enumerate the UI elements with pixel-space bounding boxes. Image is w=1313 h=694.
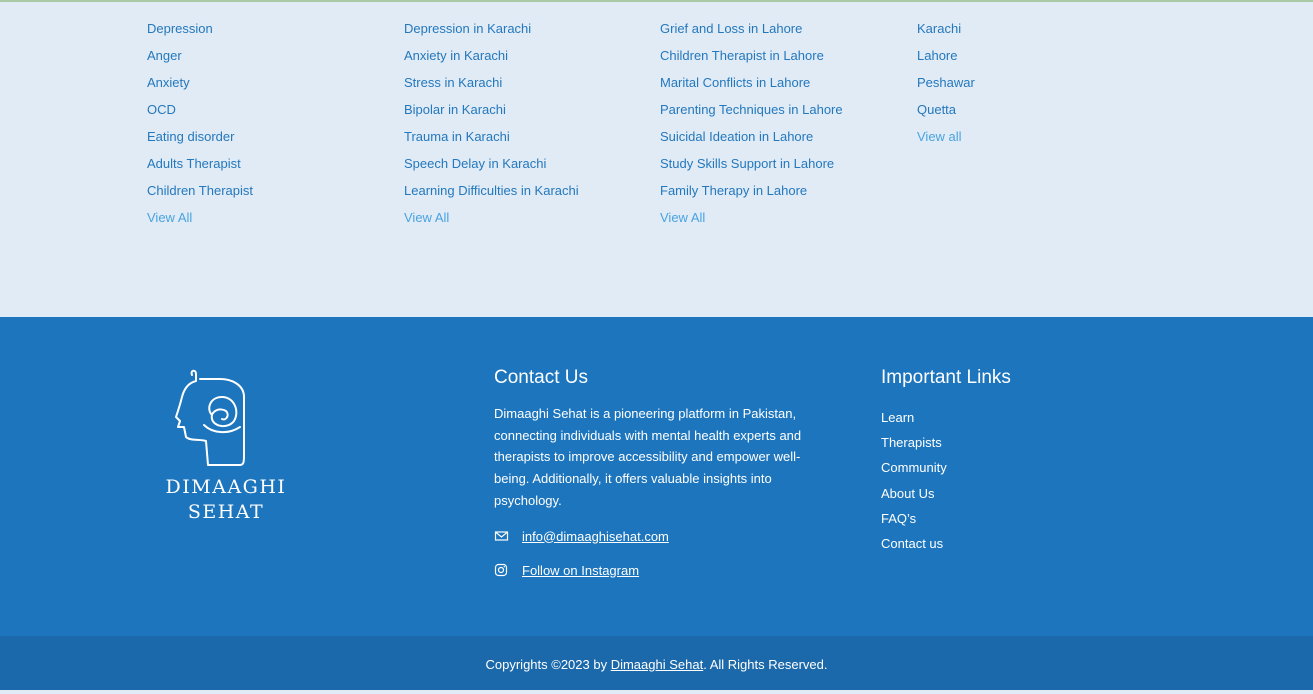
contact-section: Contact Us Dimaaghi Sehat is a pioneerin… — [494, 367, 824, 581]
view-all-conditions-link[interactable]: View All — [147, 204, 253, 231]
view-all-lahore-link[interactable]: View All — [660, 204, 843, 231]
link-eating-disorder[interactable]: Eating disorder — [147, 123, 253, 150]
link-adults-therapist[interactable]: Adults Therapist — [147, 150, 253, 177]
link-depression-karachi[interactable]: Depression in Karachi — [404, 15, 579, 42]
link-marital-conflicts-lahore[interactable]: Marital Conflicts in Lahore — [660, 69, 843, 96]
instagram-icon — [494, 563, 508, 577]
service-links-section: Depression Anger Anxiety OCD Eating diso… — [0, 2, 1313, 317]
instagram-link[interactable]: Follow on Instagram — [522, 563, 639, 578]
brand-logo[interactable]: DIMAAGHI SEHAT — [160, 367, 292, 525]
link-community[interactable]: Community — [881, 455, 1131, 480]
column-karachi: Depression in Karachi Anxiety in Karachi… — [404, 15, 579, 231]
link-children-therapist-lahore[interactable]: Children Therapist in Lahore — [660, 42, 843, 69]
link-bipolar-karachi[interactable]: Bipolar in Karachi — [404, 96, 579, 123]
instagram-row: Follow on Instagram — [494, 560, 824, 581]
link-speech-delay-karachi[interactable]: Speech Delay in Karachi — [404, 150, 579, 177]
copyright-prefix: Copyrights ©2023 by — [485, 657, 611, 672]
email-row: info@dimaaghisehat.com — [494, 526, 824, 547]
link-family-therapy-lahore[interactable]: Family Therapy in Lahore — [660, 177, 843, 204]
link-learning-difficulties-karachi[interactable]: Learning Difficulties in Karachi — [404, 177, 579, 204]
link-city-lahore[interactable]: Lahore — [917, 42, 975, 69]
important-links-section: Important Links Learn Therapists Communi… — [881, 367, 1131, 556]
column-cities: Karachi Lahore Peshawar Quetta View all — [917, 15, 975, 150]
link-anxiety[interactable]: Anxiety — [147, 69, 253, 96]
link-city-karachi[interactable]: Karachi — [917, 15, 975, 42]
link-faqs[interactable]: FAQ’s — [881, 506, 1131, 531]
link-anxiety-karachi[interactable]: Anxiety in Karachi — [404, 42, 579, 69]
column-lahore: Grief and Loss in Lahore Children Therap… — [660, 15, 843, 231]
contact-heading: Contact Us — [494, 367, 588, 388]
important-links-heading: Important Links — [881, 367, 1011, 388]
link-grief-lahore[interactable]: Grief and Loss in Lahore — [660, 15, 843, 42]
link-about-us[interactable]: About Us — [881, 481, 1131, 506]
mail-icon — [494, 531, 509, 541]
footer: DIMAAGHI SEHAT Contact Us Dimaaghi Sehat… — [0, 317, 1313, 636]
link-therapists[interactable]: Therapists — [881, 430, 1131, 455]
link-learn[interactable]: Learn — [881, 405, 1131, 430]
link-anger[interactable]: Anger — [147, 42, 253, 69]
link-contact-us[interactable]: Contact us — [881, 531, 1131, 556]
view-all-cities-link[interactable]: View all — [917, 123, 975, 150]
copyright-bar: Copyrights ©2023 by Dimaaghi Sehat. All … — [0, 636, 1313, 690]
link-children-therapist[interactable]: Children Therapist — [147, 177, 253, 204]
view-all-karachi-link[interactable]: View All — [404, 204, 579, 231]
brand-name-line2: SEHAT — [187, 501, 265, 523]
column-conditions: Depression Anger Anxiety OCD Eating diso… — [147, 15, 253, 231]
link-city-peshawar[interactable]: Peshawar — [917, 69, 975, 96]
head-logo-icon — [175, 369, 245, 466]
link-ocd[interactable]: OCD — [147, 96, 253, 123]
link-city-quetta[interactable]: Quetta — [917, 96, 975, 123]
brand-wordmark: DIMAAGHI SEHAT — [160, 475, 292, 525]
copyright-brand-link[interactable]: Dimaaghi Sehat — [611, 657, 704, 672]
link-depression[interactable]: Depression — [147, 15, 253, 42]
brand-name-line1: DIMAAGHI — [165, 476, 287, 498]
copyright-suffix: . All Rights Reserved. — [703, 657, 828, 672]
link-suicidal-ideation-lahore[interactable]: Suicidal Ideation in Lahore — [660, 123, 843, 150]
link-stress-karachi[interactable]: Stress in Karachi — [404, 69, 579, 96]
email-link[interactable]: info@dimaaghisehat.com — [522, 529, 669, 544]
link-study-skills-lahore[interactable]: Study Skills Support in Lahore — [660, 150, 843, 177]
link-trauma-karachi[interactable]: Trauma in Karachi — [404, 123, 579, 150]
contact-description: Dimaaghi Sehat is a pioneering platform … — [494, 406, 802, 508]
link-parenting-lahore[interactable]: Parenting Techniques in Lahore — [660, 96, 843, 123]
